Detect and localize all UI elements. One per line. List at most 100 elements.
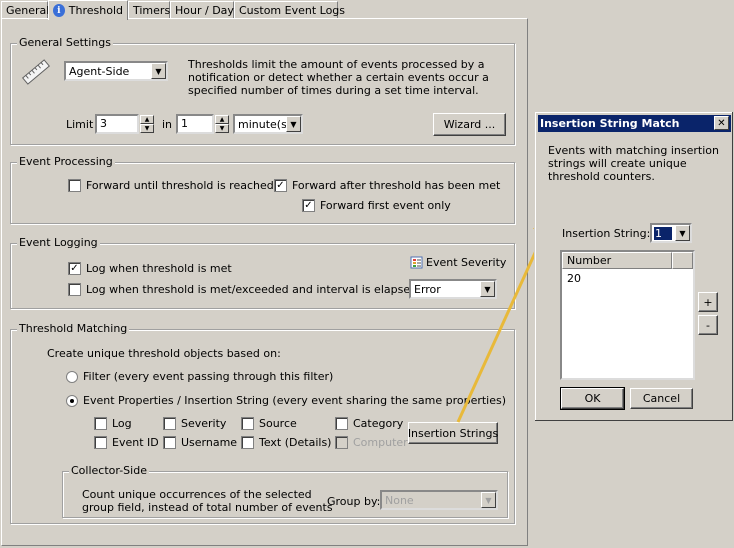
forward-until-label: Forward until threshold is reached [86,179,274,192]
collector-side-title: Collector-Side [69,464,149,477]
spin-down-icon[interactable]: ▼ [215,124,229,133]
forward-first-label: Forward first event only [320,199,451,212]
limit-input[interactable]: 3 [95,114,139,134]
event-logging-group: Event Logging [10,236,515,309]
cancel-button[interactable]: Cancel [630,388,693,409]
column-header-empty [672,252,693,269]
match-log-label: Log [112,417,132,430]
wizard-button[interactable]: Wizard ... [433,113,506,136]
log-exceeded-label: Log when threshold is met/exceeded and i… [86,283,418,296]
radio-event-properties-label: Event Properties / Insertion String (eve… [83,394,507,407]
checkmark-icon: ✓ [302,199,315,212]
chevron-down-icon: ▼ [675,225,690,241]
match-source-label: Source [259,417,297,430]
list-item[interactable]: 20 [567,272,581,285]
column-header-number[interactable]: Number [562,252,672,269]
threshold-matching-title: Threshold Matching [17,322,130,335]
limit-label: Limit [66,118,94,131]
threshold-mode-select[interactable]: Agent-Side ▼ [64,61,168,81]
radio-event-properties[interactable]: Event Properties / Insertion String (eve… [66,394,506,407]
match-category-label: Category [353,417,404,430]
add-button[interactable]: + [698,292,718,312]
general-settings-description: Thresholds limit the amount of events pr… [188,58,489,97]
tab-general[interactable]: General [1,1,49,19]
chevron-down-icon: ▼ [481,492,496,508]
match-severity-label: Severity [181,417,227,430]
forward-after-checkbox[interactable]: ✓ Forward after threshold has been met [274,179,500,192]
spin-up-icon[interactable]: ▲ [215,115,229,124]
in-label: in [162,118,173,131]
match-source-checkbox[interactable]: Source [241,417,297,430]
insertion-string-value: 1 [654,226,672,240]
insertion-string-label: Insertion String: [562,227,651,240]
match-text-checkbox[interactable]: Text (Details) [241,436,331,449]
radio-filter-label: Filter (every event passing through this… [83,370,334,383]
forward-until-checkbox[interactable]: Forward until threshold is reached [68,179,274,192]
interval-spinner[interactable]: ▲ ▼ [215,115,229,133]
radio-dot [66,394,78,407]
dialog-description: Events with matching insertion strings w… [548,144,719,183]
insertion-string-select[interactable]: 1 ▼ [650,223,692,243]
match-username-checkbox[interactable]: Username [163,436,237,449]
info-icon: i [53,4,65,17]
checkbox-box [163,417,176,430]
event-processing-group: Event Processing [10,155,515,224]
ok-button[interactable]: OK [560,387,625,410]
threshold-matching-intro: Create unique threshold objects based on… [47,347,281,360]
match-computer-label: Computer [353,436,408,449]
limit-spinner[interactable]: ▲ ▼ [140,115,154,133]
spin-down-icon[interactable]: ▼ [140,124,154,133]
match-computer-checkbox: Computer [335,436,408,449]
chevron-down-icon: ▼ [286,116,301,132]
close-icon[interactable]: ✕ [714,116,729,130]
checkbox-box [335,436,348,449]
checkbox-box [94,436,107,449]
checkbox-box [94,417,107,430]
tab-threshold[interactable]: i Threshold [48,0,128,20]
collector-description-line1: Count unique occurrences of the selected [82,488,312,501]
radio-filter[interactable]: Filter (every event passing through this… [66,370,333,383]
event-logging-title: Event Logging [17,236,100,249]
match-category-checkbox[interactable]: Category [335,417,403,430]
ruler-icon [20,56,52,88]
number-list[interactable]: Number 20 [560,250,695,380]
interval-unit-select[interactable]: minute(s) ▼ [233,114,303,134]
interval-input[interactable]: 1 [176,114,214,134]
match-severity-checkbox[interactable]: Severity [163,417,226,430]
group-by-value: None [385,493,414,507]
dialog-titlebar: Insertion String Match ✕ [538,115,731,132]
tab-hour-day[interactable]: Hour / Day [170,1,234,19]
match-username-label: Username [181,436,238,449]
log-exceeded-checkbox[interactable]: Log when threshold is met/exceeded and i… [68,283,417,296]
interval-unit-value: minute(s) [238,117,286,131]
general-settings-title: General Settings [17,36,113,49]
match-event-id-label: Event ID [112,436,159,449]
checkbox-box [68,179,81,192]
match-log-checkbox[interactable]: Log [94,417,132,430]
checkbox-box [241,417,254,430]
chevron-down-icon: ▼ [151,63,166,79]
match-event-id-checkbox[interactable]: Event ID [94,436,159,449]
log-when-met-checkbox[interactable]: ✓ Log when threshold is met [68,262,232,275]
checkbox-box [68,283,81,296]
remove-button[interactable]: - [698,315,718,335]
checkbox-box [335,417,348,430]
threshold-mode-value: Agent-Side [69,64,130,78]
checkbox-box [163,436,176,449]
radio-dot [66,370,78,383]
tab-threshold-label: Threshold [68,4,123,17]
spin-up-icon[interactable]: ▲ [140,115,154,124]
event-processing-title: Event Processing [17,155,115,168]
checkmark-icon: ✓ [274,179,287,192]
tab-timers[interactable]: Timers [128,1,170,19]
log-when-met-label: Log when threshold is met [86,262,232,275]
event-severity-icon [410,256,423,269]
forward-first-checkbox[interactable]: ✓ Forward first event only [302,199,451,212]
tab-custom-event-logs[interactable]: Custom Event Logs [234,1,345,19]
group-by-select: None ▼ [380,490,498,510]
forward-after-label: Forward after threshold has been met [292,179,501,192]
match-text-label: Text (Details) [259,436,332,449]
checkmark-icon: ✓ [68,262,81,275]
dialog-title: Insertion String Match [540,117,680,130]
collector-description-line2: group field, instead of total number of … [82,501,333,514]
